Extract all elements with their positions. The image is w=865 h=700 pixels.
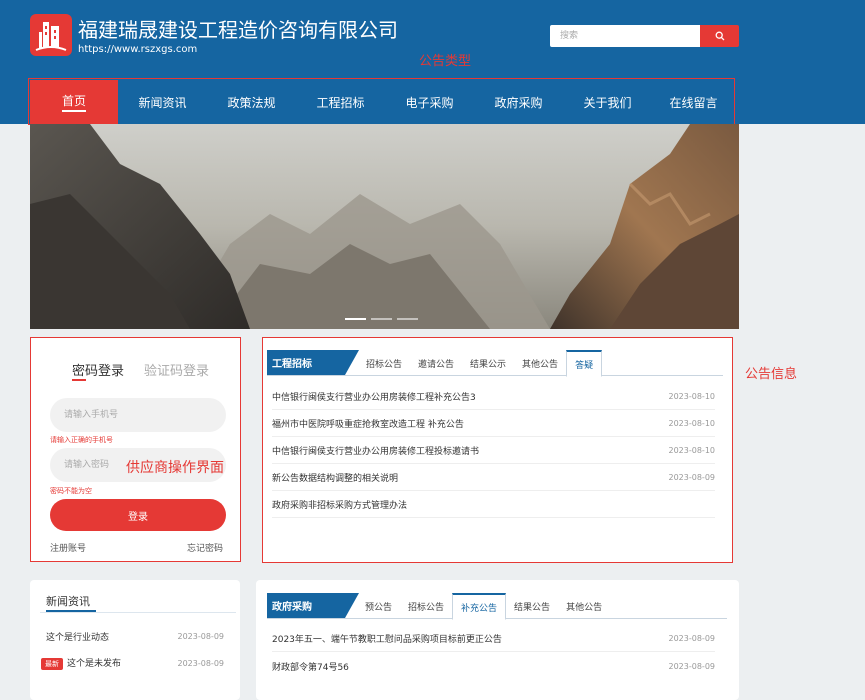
- carousel-dot[interactable]: [345, 318, 366, 320]
- list-item-title: 新公告数据结构调整的相关说明: [272, 474, 399, 484]
- phone-input[interactable]: [50, 398, 226, 432]
- list-item[interactable]: 2023年五一、端午节教职工慰问品采购项目标前更正公告 2023-08-09: [272, 626, 715, 652]
- list-item-title-wrap: 最新 这个是未发布: [41, 656, 121, 670]
- list-item-title: 2023年五一、端午节教职工慰问品采购项目标前更正公告: [272, 635, 502, 645]
- list-item-date: 2023-08-09: [177, 658, 225, 668]
- list-item[interactable]: 财政部令第74号56 2023-08-09: [272, 653, 715, 679]
- list-item[interactable]: 福州市中医院呼吸重症抢救室改造工程 补充公告 2023-08-10: [272, 411, 715, 437]
- carousel-dot[interactable]: [371, 318, 392, 320]
- tab-code-login[interactable]: 验证码登录: [144, 360, 209, 379]
- login-tab-indicator: [72, 379, 86, 381]
- list-item[interactable]: 新公告数据结构调整的相关说明 2023-08-09: [272, 465, 715, 491]
- list-item-title: 福州市中医院呼吸重症抢救室改造工程 补充公告: [272, 420, 464, 430]
- section-title-arrow: [345, 350, 359, 375]
- annotation-notice-info: 公告信息: [745, 367, 798, 382]
- banner-carousel[interactable]: [30, 124, 739, 329]
- forgot-password-link[interactable]: 忘记密码: [187, 541, 223, 554]
- company-logo[interactable]: [30, 14, 72, 56]
- engineering-section-header: 工程招标 招标公告 邀请公告 结果公示 其他公告 答疑: [267, 350, 723, 377]
- annotation-notice-type: 公告类型: [419, 54, 472, 69]
- list-item-title: 中信银行闽侯支行营业办公用房装修工程补充公告3: [272, 393, 476, 403]
- news-section-title[interactable]: 新闻资讯: [46, 593, 90, 609]
- tab-bid-notice[interactable]: 招标公告: [358, 350, 410, 376]
- carousel-dot[interactable]: [397, 318, 418, 320]
- search-button[interactable]: [700, 25, 739, 47]
- annotation-box-nav: [28, 78, 735, 125]
- gov-section-header: 政府采购 预公告 招标公告 补充公告 结果公告 其他公告: [267, 593, 727, 620]
- engineering-section-title: 工程招标: [267, 350, 345, 375]
- register-link[interactable]: 注册账号: [50, 541, 86, 554]
- tab-password-login[interactable]: 密码登录: [72, 360, 124, 379]
- phone-error: 请输入正确的手机号: [50, 436, 113, 444]
- carousel-dots: [345, 318, 418, 320]
- site-url: https://www.rszxgs.com: [78, 44, 198, 55]
- news-header-line: [40, 612, 236, 613]
- list-item-title: 这个是未发布: [67, 659, 122, 669]
- new-badge: 最新: [41, 658, 63, 670]
- annotation-supplier-ui: 供应商操作界面: [126, 460, 224, 476]
- list-item-title: 政府采购非招标采购方式管理办法: [272, 501, 408, 511]
- list-item-date: 2023-08-09: [668, 661, 716, 671]
- tab-supplement-notice[interactable]: 补充公告: [452, 593, 507, 620]
- news-title-underline: [46, 610, 96, 612]
- engineering-tabs: 招标公告 邀请公告 结果公示 其他公告 答疑: [358, 350, 603, 377]
- list-item[interactable]: 最新 这个是未发布 2023-08-09: [41, 650, 224, 676]
- gov-tabs: 预公告 招标公告 补充公告 结果公告 其他公告: [357, 593, 610, 620]
- list-item-date: 2023-08-09: [177, 631, 225, 641]
- list-item-date: 2023-08-09: [668, 634, 716, 643]
- list-item[interactable]: 中信银行闽侯支行营业办公用房装修工程补充公告3 2023-08-10: [272, 384, 715, 410]
- login-button[interactable]: 登录: [50, 499, 226, 531]
- list-item-title: 财政部令第74号56: [272, 662, 349, 673]
- login-tabs: 密码登录 验证码登录: [72, 360, 209, 379]
- tab-bid-notice[interactable]: 招标公告: [400, 593, 452, 619]
- building-icon: [35, 22, 67, 51]
- gov-section-title: 政府采购: [267, 593, 345, 618]
- password-error: 密码不能为空: [50, 487, 92, 495]
- search-input[interactable]: [550, 25, 700, 47]
- list-item[interactable]: 这个是行业动态 2023-08-09: [46, 623, 224, 649]
- list-item-date: 2023-08-10: [668, 392, 716, 401]
- tab-pre-notice[interactable]: 预公告: [357, 593, 400, 619]
- search-icon: [715, 31, 724, 41]
- tab-result-notice[interactable]: 结果公告: [506, 593, 558, 619]
- site-title: 福建瑞晟建设工程造价咨询有限公司: [78, 18, 398, 42]
- list-item-title: 中信银行闽侯支行营业办公用房装修工程投标邀请书: [272, 447, 480, 457]
- tab-result-notice[interactable]: 结果公示: [462, 350, 514, 376]
- list-item[interactable]: 中信银行闽侯支行营业办公用房装修工程投标邀请书 2023-08-10: [272, 438, 715, 464]
- tab-other-notice[interactable]: 其他公告: [514, 350, 566, 376]
- tab-qa[interactable]: 答疑: [566, 350, 603, 377]
- list-item-date: 2023-08-10: [668, 446, 716, 455]
- list-item-date: 2023-08-09: [668, 473, 716, 482]
- tab-other-notice[interactable]: 其他公告: [558, 593, 610, 619]
- banner-image: [30, 124, 739, 329]
- list-item[interactable]: 政府采购非招标采购方式管理办法: [272, 492, 715, 518]
- list-item-date: 2023-08-10: [668, 419, 716, 428]
- list-item-title: 这个是行业动态: [46, 632, 110, 643]
- tab-invite-notice[interactable]: 邀请公告: [410, 350, 462, 376]
